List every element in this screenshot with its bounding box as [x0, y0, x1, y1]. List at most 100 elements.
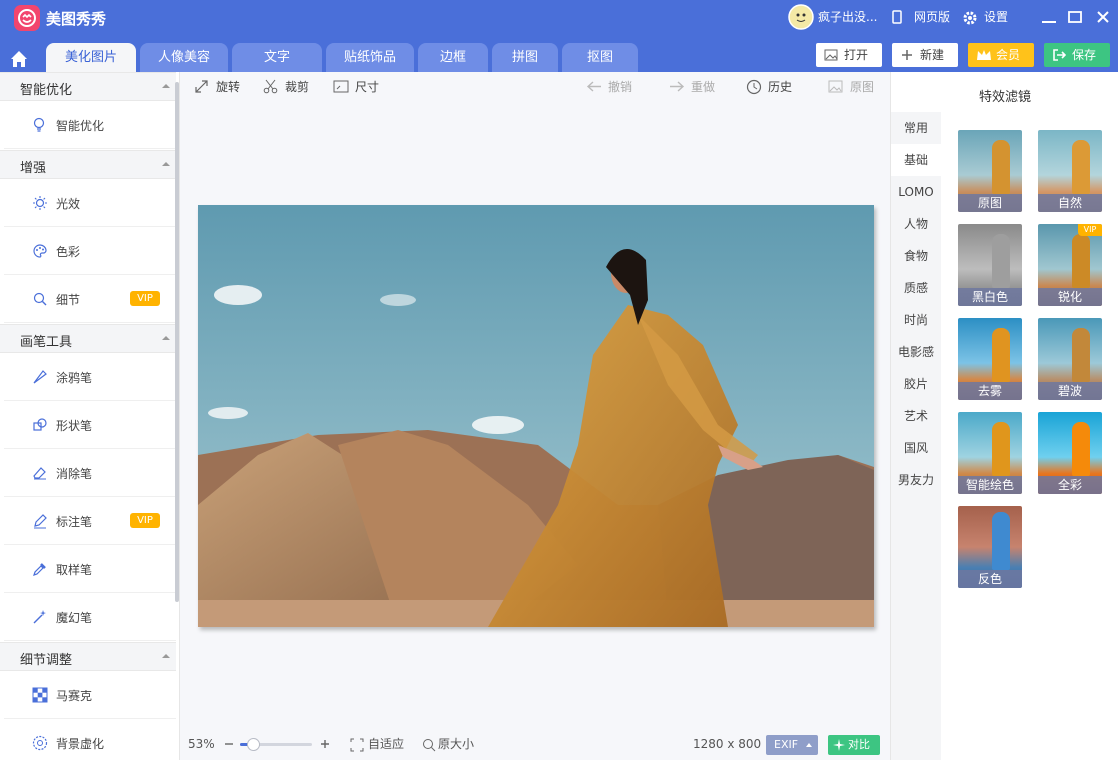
original-button[interactable]: 原图 — [828, 78, 874, 96]
filter-category[interactable]: 电影感 — [891, 336, 941, 368]
filter-category[interactable]: 基础 — [891, 144, 941, 176]
thumb-figure — [992, 512, 1010, 570]
section-enhance[interactable]: 增强 — [0, 150, 176, 179]
tab-cutout[interactable]: 抠图 — [562, 43, 638, 72]
thumb-figure — [992, 234, 1010, 288]
sidebar-item-smart-optimize[interactable]: 智能优化 — [4, 101, 176, 149]
filter-thumb-bw[interactable]: 黑白色 — [958, 224, 1022, 306]
filter-category[interactable]: 国风 — [891, 432, 941, 464]
filter-thumb-sharpen[interactable]: VIP 锐化 — [1038, 224, 1102, 306]
filter-category[interactable]: LOMO — [891, 176, 941, 208]
filter-thumb-smart-color[interactable]: 智能绘色 — [958, 412, 1022, 494]
sidebar-item-doodle[interactable]: 涂鸦笔 — [4, 353, 176, 401]
sidebar-item-light[interactable]: 光效 — [4, 179, 176, 227]
maximize-icon[interactable] — [1066, 8, 1084, 26]
sidebar-item-eraser[interactable]: 消除笔 — [4, 449, 176, 497]
filter-category[interactable]: 质感 — [891, 272, 941, 304]
filter-thumb-invert[interactable]: 反色 — [958, 506, 1022, 588]
redo-button[interactable]: 重做 — [669, 78, 715, 96]
crop-label: 裁剪 — [285, 80, 310, 94]
zoom-out-icon[interactable] — [224, 739, 234, 749]
filter-category[interactable]: 男友力 — [891, 464, 941, 496]
tab-frame[interactable]: 边框 — [418, 43, 488, 72]
section-detail-adjust[interactable]: 细节调整 — [0, 642, 176, 671]
filter-category[interactable]: 常用 — [891, 112, 941, 144]
user-avatar-icon[interactable] — [788, 4, 814, 30]
filter-category[interactable]: 食物 — [891, 240, 941, 272]
filter-category[interactable]: 胶片 — [891, 368, 941, 400]
zoom-in-icon[interactable] — [320, 739, 330, 749]
redo-arrow-icon — [670, 81, 685, 92]
gear-icon[interactable] — [962, 10, 978, 26]
section-brush-tools[interactable]: 画笔工具 — [0, 324, 176, 353]
filter-thumb-dehaze[interactable]: 去雾 — [958, 318, 1022, 400]
rotate-button[interactable]: 旋转 — [194, 78, 240, 96]
original-label: 原图 — [850, 80, 875, 94]
crop-button[interactable]: 裁剪 — [263, 78, 309, 96]
minimize-icon[interactable] — [1040, 8, 1058, 26]
history-button[interactable]: 历史 — [746, 78, 792, 96]
size-label: 尺寸 — [355, 80, 380, 94]
sidebar-item-detail[interactable]: 细节 VIP — [4, 275, 176, 323]
tab-stickers[interactable]: 贴纸饰品 — [326, 43, 414, 72]
sidebar-item-sampler[interactable]: 取样笔 — [4, 545, 176, 593]
tab-collage[interactable]: 拼图 — [492, 43, 558, 72]
shape-icon — [33, 418, 47, 431]
collapse-icon[interactable] — [162, 654, 170, 658]
bulb-icon — [33, 117, 45, 132]
filter-category[interactable]: 时尚 — [891, 304, 941, 336]
actual-size-button[interactable]: 原大小 — [438, 736, 474, 752]
save-button[interactable]: 保存 — [1044, 43, 1110, 67]
sidebar-item-shape[interactable]: 形状笔 — [4, 401, 176, 449]
edited-photo[interactable] — [198, 205, 874, 627]
collapse-icon[interactable] — [162, 84, 170, 88]
item-label: 色彩 — [56, 245, 81, 259]
sparkle-icon — [833, 739, 845, 751]
fit-button[interactable]: 自适应 — [368, 736, 404, 752]
tab-portrait[interactable]: 人像美容 — [140, 43, 228, 72]
user-name[interactable]: 疯子出没... — [818, 8, 877, 25]
filter-category[interactable]: 艺术 — [891, 400, 941, 432]
exif-button[interactable]: EXIF — [766, 735, 818, 755]
rotate-icon — [195, 80, 208, 93]
home-icon[interactable] — [8, 48, 30, 70]
clock-icon — [746, 79, 762, 95]
export-icon — [1053, 49, 1066, 61]
sidebar-item-magic[interactable]: 魔幻笔 — [4, 593, 176, 641]
zoom-slider[interactable] — [240, 738, 312, 751]
collapse-icon[interactable] — [162, 162, 170, 166]
item-label: 标注笔 — [56, 515, 93, 529]
item-label: 魔幻笔 — [56, 611, 93, 625]
compare-button[interactable]: 对比 — [828, 735, 880, 755]
filter-thumb-full-color[interactable]: 全彩 — [1038, 412, 1102, 494]
new-button[interactable]: 新建 — [892, 43, 958, 67]
undo-arrow-icon — [586, 81, 601, 92]
tab-text[interactable]: 文字 — [232, 43, 322, 72]
vip-button[interactable]: 会员 — [968, 43, 1034, 67]
history-label: 历史 — [768, 80, 793, 94]
sidebar-item-color[interactable]: 色彩 — [4, 227, 176, 275]
filter-thumb-original[interactable]: 原图 — [958, 130, 1022, 212]
undo-button[interactable]: 撤销 — [586, 78, 632, 96]
sidebar-scrollbar[interactable] — [175, 82, 179, 602]
filter-category[interactable]: 人物 — [891, 208, 941, 240]
tab-beautify[interactable]: 美化图片 — [46, 43, 136, 72]
item-label: 光效 — [56, 197, 81, 211]
settings-link[interactable]: 设置 — [984, 8, 1008, 25]
close-icon[interactable] — [1094, 8, 1112, 26]
filter-thumb-teal[interactable]: 碧波 — [1038, 318, 1102, 400]
filter-label: 智能绘色 — [958, 476, 1022, 494]
sidebar-item-mosaic[interactable]: 马赛克 — [4, 671, 176, 719]
zoom-slider-handle[interactable] — [246, 738, 260, 751]
filter-thumb-natural[interactable]: 自然 — [1038, 130, 1102, 212]
sidebar-item-bg-blur[interactable]: 背景虚化 — [4, 719, 176, 760]
crown-icon — [977, 50, 991, 60]
size-button[interactable]: 尺寸 — [333, 78, 379, 96]
canvas-area: 旋转 裁剪 尺寸 撤销 重做 历史 原图 53% 自适应 原大小 1280 x … — [180, 72, 890, 760]
collapse-icon[interactable] — [162, 336, 170, 340]
vip-label: 会员 — [996, 48, 1021, 62]
sidebar-item-marker[interactable]: 标注笔 VIP — [4, 497, 176, 545]
open-button[interactable]: 打开 — [816, 43, 882, 67]
section-smart-optimize[interactable]: 智能优化 — [0, 72, 176, 101]
web-version-link[interactable]: 网页版 — [914, 8, 950, 25]
